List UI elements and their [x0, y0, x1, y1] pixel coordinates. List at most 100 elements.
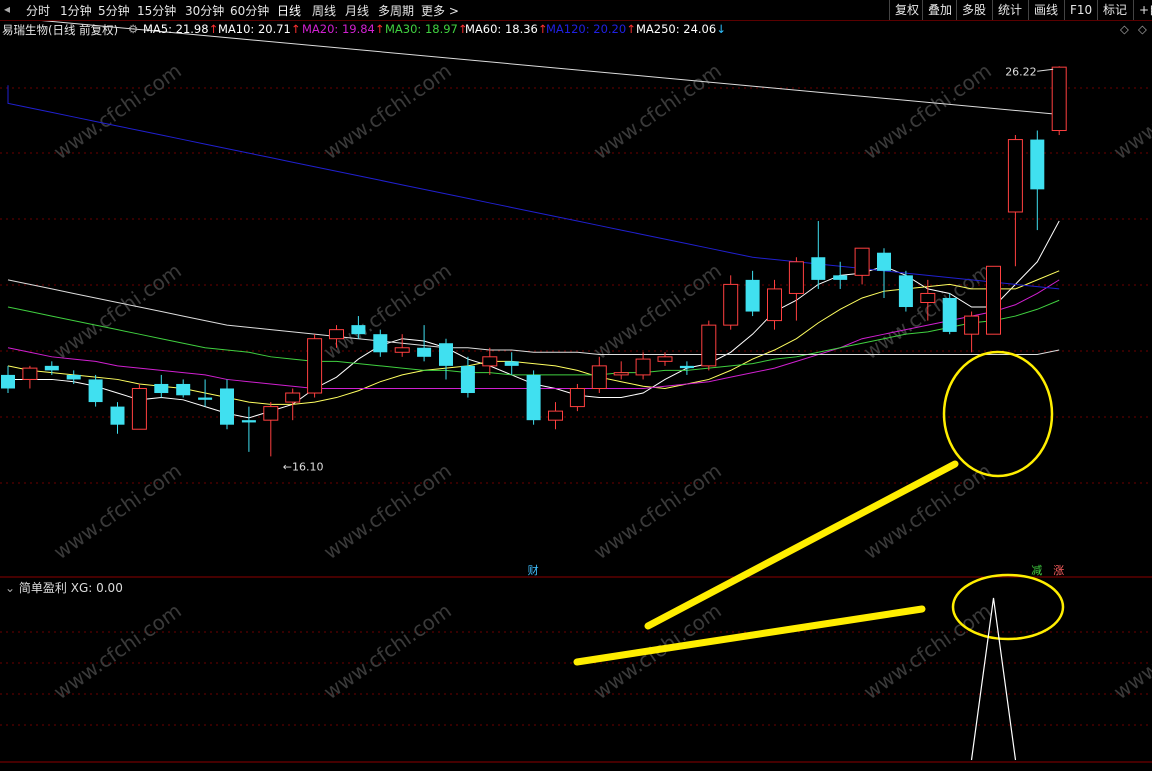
toolbar-button-3[interactable]: 统计 [992, 0, 1027, 20]
highlight-circle-main [942, 350, 1054, 478]
watermark-3: www.cfchi.com [859, 58, 996, 164]
period-tab-3[interactable]: 15分钟 [137, 2, 176, 19]
candle-body-19 [417, 347, 432, 357]
candle-32 [701, 320, 717, 371]
candle-body-40 [877, 252, 891, 271]
stock-title: 易瑞生物(日线 前复权) [2, 23, 119, 37]
candle-body-26 [569, 387, 585, 408]
candle-body-20 [439, 343, 453, 366]
watermark-1: www.cfchi.com [319, 58, 456, 164]
candle-body-33 [723, 283, 739, 326]
candle-body-2 [44, 365, 59, 371]
ma-legend-item-2: MA20: 19.84↑ [302, 22, 385, 36]
high-price-leader [1037, 68, 1054, 72]
toolbar-button-5[interactable]: F10 [1064, 0, 1097, 20]
candle-body-48 [1051, 66, 1067, 132]
low-price-label: ←16.10 [283, 460, 324, 473]
candle-body-45 [986, 265, 1001, 335]
marker-cai: 财 [528, 563, 539, 577]
candle-body-24 [526, 374, 541, 421]
candle-21 [460, 356, 475, 398]
watermark-14: www.cfchi.com [319, 598, 456, 704]
ma-legend: 易瑞生物(日线 前复权) ⚙ MA5: 21.98↑ MA10: 20.71↑ MA… [0, 21, 1152, 39]
candle-39 [854, 247, 870, 285]
candle-14 [307, 334, 323, 398]
marker-zhang: 涨 [1053, 564, 1064, 577]
trend-arrow-line-2 [573, 605, 926, 666]
period-tab-4[interactable]: 30分钟 [185, 2, 224, 19]
marker-jian: 减 [1031, 564, 1042, 577]
candle-body-42 [920, 292, 936, 303]
candle-body-14 [307, 338, 323, 394]
candle-body-4 [88, 379, 103, 403]
toolbar-button-6[interactable]: 标记 [1097, 0, 1132, 20]
candle-5 [110, 402, 125, 434]
candle-46 [1007, 135, 1023, 267]
indicator-name: 简单盈利 [18, 581, 67, 595]
candle-31 [679, 361, 694, 375]
candle-6 [131, 383, 147, 430]
period-tab-6[interactable]: 日线 [277, 2, 301, 19]
watermark-10: www.cfchi.com [319, 458, 456, 564]
candle-20 [439, 338, 453, 380]
candle-body-39 [854, 247, 870, 276]
candle-body-27 [591, 365, 607, 389]
candle-body-25 [548, 410, 563, 421]
diamond-icon[interactable]: ◇ [1120, 22, 1129, 36]
candle-body-15 [329, 329, 344, 340]
period-tab-0[interactable]: 分时 [26, 2, 50, 19]
candle-body-21 [460, 365, 475, 394]
period-tab-10[interactable]: 更多 > [421, 2, 459, 19]
candle-body-34 [745, 279, 760, 312]
period-tab-2[interactable]: 5分钟 [98, 2, 130, 19]
kline-chart[interactable]: www.cfchi.com www.cfchi.com www.cfchi.com w… [0, 0, 1152, 771]
period-tab-9[interactable]: 多周期 [378, 2, 414, 19]
indicator-value: XG: 0.00 [70, 581, 123, 595]
watermark-6: www.cfchi.com [319, 258, 456, 364]
toolbar-button-1[interactable]: 叠加 [922, 0, 957, 20]
candle-body-10 [220, 388, 234, 425]
candle-body-17 [373, 334, 388, 353]
diamond-icon-2[interactable]: ◇ [1138, 22, 1147, 36]
candle-body-7 [154, 383, 169, 394]
period-tab-8[interactable]: 月线 [345, 2, 369, 19]
candle-8 [176, 379, 191, 398]
candle-7 [154, 374, 169, 398]
high-price-label: 26.22 [1005, 65, 1036, 78]
candle-4 [88, 374, 103, 407]
candle-body-29 [635, 358, 651, 376]
candle-19 [417, 325, 432, 362]
period-tab-1[interactable]: 1分钟 [60, 2, 92, 19]
candle-body-31 [679, 365, 694, 369]
settings-gear-icon[interactable]: ⚙ [128, 22, 138, 36]
toolbar-button-0[interactable]: 复权 [889, 0, 924, 20]
candle-body-41 [898, 275, 913, 308]
toolbar-button-7[interactable]: +自 [1133, 0, 1152, 20]
candle-44 [964, 311, 980, 353]
candle-body-18 [394, 347, 410, 353]
candle-body-23 [504, 361, 519, 366]
indicator-expand-icon[interactable]: ⌄ [5, 581, 15, 595]
watermark-0: www.cfchi.com [49, 58, 186, 164]
candle-34 [745, 270, 760, 317]
candle-body-13 [285, 392, 301, 403]
watermark-4: www.cfchi.com [1109, 58, 1152, 164]
candle-body-46 [1007, 139, 1023, 213]
candle-9 [198, 379, 213, 407]
candle-26 [569, 383, 585, 412]
toolbar-button-4[interactable]: 画线 [1028, 0, 1063, 20]
toolbar-button-2[interactable]: 多股 [956, 0, 991, 20]
candle-28 [613, 361, 629, 380]
candle-29 [635, 352, 651, 380]
candle-body-32 [701, 324, 717, 367]
period-tab-7[interactable]: 周线 [312, 2, 336, 19]
candle-36 [788, 257, 804, 321]
candle-41 [898, 270, 913, 312]
candle-25 [548, 402, 563, 430]
candle-45 [986, 265, 1001, 335]
back-icon[interactable]: ◂ [4, 2, 10, 16]
period-tab-5[interactable]: 60分钟 [230, 2, 269, 19]
ma-legend-item-0: MA5: 21.98↑ [143, 22, 219, 36]
candle-body-6 [131, 387, 147, 430]
candle-23 [504, 352, 519, 375]
